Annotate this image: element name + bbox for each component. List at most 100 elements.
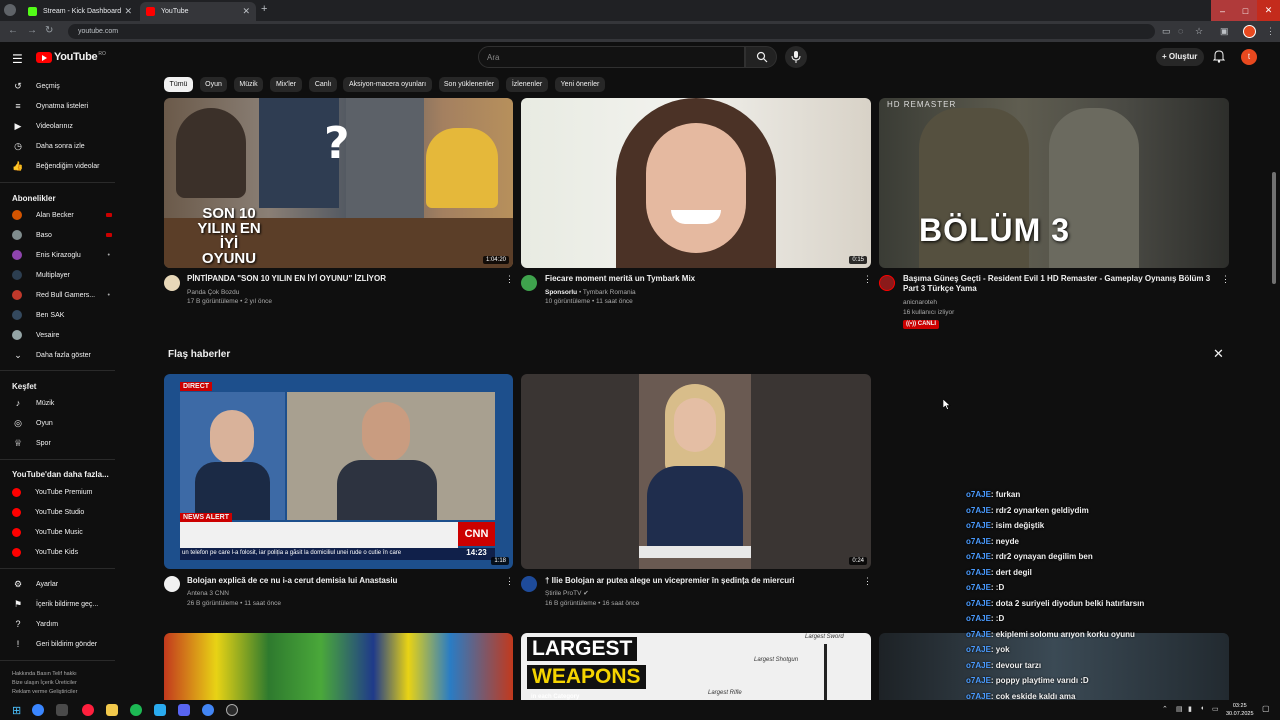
telegram-icon[interactable]	[154, 704, 166, 716]
sidebar-item-your-videos[interactable]: ▶ Videolarınız	[12, 116, 112, 136]
chrome-icon[interactable]	[202, 704, 214, 716]
channel-avatar[interactable]	[521, 275, 537, 291]
sidebar-item-help[interactable]: ? Yardım	[12, 614, 112, 634]
video-title[interactable]: Bolojan explică de ce nu i-a cerut demis…	[187, 576, 497, 586]
notifications-bell-icon[interactable]	[1213, 50, 1225, 63]
video-title[interactable]: PİNTİPANDA "SON 10 YILIN EN İYİ OYUNU" İ…	[187, 274, 497, 284]
close-icon[interactable]: ✕	[1213, 346, 1224, 362]
sidebar-item-feedback[interactable]: ! Geri bildirim gönder	[12, 634, 112, 654]
system-clock[interactable]: 03:25 30.07.2025	[1226, 702, 1254, 718]
tray-chevron-icon[interactable]: ⌃	[1162, 705, 1168, 713]
menu-dots-icon[interactable]: ⋮	[1266, 26, 1275, 37]
close-tab-icon[interactable]: ✕	[242, 6, 250, 17]
star-icon[interactable]: ☆	[1195, 26, 1203, 37]
account-avatar[interactable]: t	[1241, 49, 1257, 65]
microphone-tray-icon[interactable]: ▮	[1188, 705, 1192, 713]
video-thumbnail[interactable]: HD REMASTER BÖLÜM 3	[879, 98, 1229, 268]
sidebar-sub-enis-kirazoglu[interactable]: Enis Kirazoglu •	[12, 245, 112, 265]
video-thumbnail[interactable]: 0:15	[521, 98, 871, 268]
volume-icon[interactable]: ◖	[1200, 705, 1204, 712]
more-actions-icon[interactable]: ⋮	[863, 576, 872, 587]
page-scrollbar[interactable]	[1272, 172, 1276, 284]
store-icon[interactable]	[56, 704, 68, 716]
network-icon[interactable]: ▤	[1176, 705, 1183, 713]
create-button[interactable]: + Oluştur	[1156, 48, 1204, 66]
browser-profile-icon[interactable]	[4, 4, 16, 16]
chip-action-adventure[interactable]: Aksiyon-macera oyunları	[343, 77, 432, 92]
video-thumbnail[interactable]: ? SON 10 YILIN EN İYİ OYUNU 1:04:20	[164, 98, 513, 268]
sidebar-item-youtube-premium[interactable]: YouTube Premium	[12, 482, 112, 502]
video-thumbnail[interactable]	[164, 633, 513, 700]
sidebar-sub-ben-sak[interactable]: Ben SAK	[12, 305, 112, 325]
windows-start-icon[interactable]: ⊞	[12, 704, 21, 717]
search-input[interactable]: Ara	[478, 46, 745, 68]
close-tab-icon[interactable]: ✕	[124, 6, 132, 17]
sidebar-sub-baso[interactable]: Baso	[12, 225, 112, 245]
video-title[interactable]: Fiecare moment merită un Tymbark Mix	[545, 274, 845, 284]
sidebar-item-playlists[interactable]: ≡ Oynatma listeleri	[12, 96, 112, 116]
video-title[interactable]: Başıma Güneş Geçti - Resident Evil 1 HD …	[903, 274, 1218, 294]
more-actions-icon[interactable]: ⋮	[863, 274, 872, 285]
sidebar-sub-alan-becker[interactable]: Alan Becker	[12, 205, 112, 225]
discord-icon[interactable]	[178, 704, 190, 716]
footer-links[interactable]: Hakkında Basın Telif hakkı	[12, 670, 77, 678]
minimize-button[interactable]: –	[1211, 0, 1234, 21]
chip-recently-uploaded[interactable]: Son yüklenenler	[439, 77, 499, 92]
more-actions-icon[interactable]: ⋮	[505, 576, 514, 587]
opera-icon[interactable]	[82, 704, 94, 716]
address-bar[interactable]: youtube.com	[68, 24, 1155, 39]
sidebar-item-settings[interactable]: ⚙ Ayarlar	[12, 574, 112, 594]
eye-off-icon[interactable]: ◌	[1178, 26, 1183, 36]
reload-icon[interactable]: ↻	[45, 25, 53, 36]
tab-kick-dashboard[interactable]: Stream - Kick Dashboard ✕	[22, 2, 138, 21]
video-title[interactable]: † Ilie Bolojan ar putea alege un vicepre…	[545, 576, 855, 586]
channel-avatar[interactable]	[164, 275, 180, 291]
more-actions-icon[interactable]: ⋮	[1221, 274, 1230, 285]
sidebar-item-watch-later[interactable]: ◷ Daha sonra izle	[12, 136, 112, 156]
video-thumbnail[interactable]: LARGEST WEAPONS in each Category Largest…	[521, 633, 871, 700]
edge-icon[interactable]	[32, 704, 44, 716]
sidebar-item-sports[interactable]: ♕ Spor	[12, 433, 112, 453]
channel-avatar[interactable]	[879, 275, 895, 291]
footer-links[interactable]: Reklam verme Geliştiriciler	[12, 688, 77, 696]
sidebar-sub-multiplayer[interactable]: Multiplayer	[12, 265, 112, 285]
sidebar-item-youtube-studio[interactable]: YouTube Studio	[12, 502, 112, 522]
video-thumbnail[interactable]	[879, 633, 1229, 700]
sidebar-item-youtube-kids[interactable]: YouTube Kids	[12, 542, 112, 562]
chip-watched[interactable]: İzlenenler	[506, 77, 548, 92]
new-tab-button[interactable]: +	[261, 3, 267, 15]
sidebar-item-music[interactable]: ♪ Müzik	[12, 393, 112, 413]
tab-youtube[interactable]: YouTube ✕	[140, 2, 256, 21]
notifications-icon[interactable]: ▢	[1262, 704, 1270, 713]
close-window-button[interactable]: ✕	[1257, 0, 1280, 21]
chip-live[interactable]: Canlı	[309, 77, 337, 92]
sidebar-item-history[interactable]: ↺ Geçmiş	[12, 76, 112, 96]
extensions-icon[interactable]: ▣	[1220, 26, 1229, 37]
voice-search-button[interactable]	[785, 46, 807, 68]
sidebar-show-more[interactable]: ⌄ Daha fazla göster	[12, 345, 112, 365]
sidebar-sub-red-bull-gamers[interactable]: Red Bull Gamers... •	[12, 285, 112, 305]
chip-new-to-you[interactable]: Yeni öneriler	[555, 77, 605, 92]
maximize-button[interactable]: □	[1234, 0, 1257, 21]
video-thumbnail[interactable]: DIRECT NEWS ALERT CNN un telefon pe care…	[164, 374, 513, 569]
chip-mixes[interactable]: Mix'ler	[270, 77, 302, 92]
channel-avatar[interactable]	[521, 576, 537, 592]
forward-icon[interactable]: →	[27, 25, 37, 36]
sidebar-item-report-history[interactable]: ⚑ İçerik bildirme geç...	[12, 594, 112, 614]
obs-icon[interactable]	[226, 704, 238, 716]
battery-icon[interactable]: ▭	[1212, 705, 1219, 713]
youtube-logo[interactable]: YouTube RO	[36, 51, 106, 63]
hamburger-menu-icon[interactable]: ☰	[12, 52, 23, 66]
search-button[interactable]	[745, 46, 777, 68]
channel-avatar[interactable]	[164, 576, 180, 592]
sidebar-item-liked-videos[interactable]: 👍 Beğendiğim videolar	[12, 156, 112, 176]
footer-links[interactable]: Bize ulaşın İçerik Üreticiler	[12, 679, 77, 687]
back-icon[interactable]: ←	[8, 25, 18, 36]
video-thumbnail[interactable]: 0:24	[521, 374, 871, 569]
cast-icon[interactable]: ▭	[1162, 26, 1171, 37]
sidebar-item-youtube-music[interactable]: YouTube Music	[12, 522, 112, 542]
chip-all[interactable]: Tümü	[164, 77, 193, 92]
spotify-icon[interactable]	[130, 704, 142, 716]
profile-avatar-icon[interactable]	[1243, 25, 1256, 38]
chip-music[interactable]: Müzik	[234, 77, 263, 92]
